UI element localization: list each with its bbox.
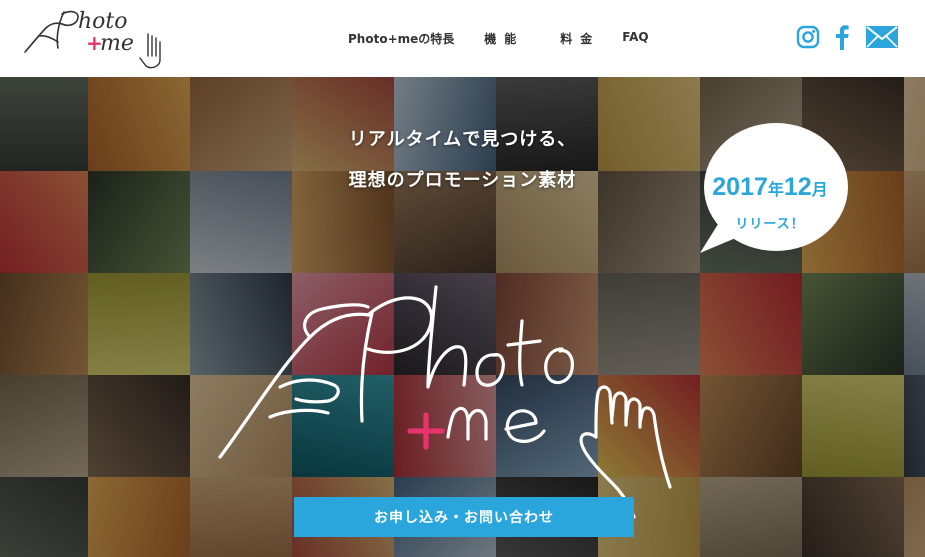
release-year: 2017	[712, 173, 768, 201]
nav-features[interactable]: Photo+meの特長	[348, 30, 454, 47]
instagram-icon[interactable]	[796, 25, 820, 53]
contact-button[interactable]: お申し込み・お問い合わせ	[294, 497, 634, 537]
release-month-unit: 月	[811, 182, 828, 199]
logo[interactable]: hoto + me	[22, 4, 172, 74]
release-year-unit: 年	[767, 182, 784, 199]
hero-wordmark	[218, 285, 672, 519]
release-date: 2017年12月	[690, 173, 850, 202]
main-nav: Photo+meの特長 機能 料金 FAQ	[348, 30, 649, 47]
nav-functions[interactable]: 機能	[484, 30, 524, 47]
release-bubble: 2017年12月 リリース！	[690, 121, 850, 261]
site-header: hoto + me Photo+meの特長 機能 料金 FAQ	[0, 0, 925, 77]
svg-text:me: me	[100, 31, 134, 56]
release-label: リリース！	[735, 217, 805, 232]
nav-faq[interactable]: FAQ	[622, 30, 648, 47]
release-month: 12	[783, 173, 812, 201]
social-links	[796, 24, 898, 54]
mail-icon[interactable]	[866, 26, 898, 52]
hero-section: リアルタイムで見つける、 理想のプロモーション素材 2017年12月 リリース！…	[0, 77, 925, 557]
nav-pricing[interactable]: 料金	[560, 30, 600, 47]
facebook-icon[interactable]	[834, 24, 850, 54]
